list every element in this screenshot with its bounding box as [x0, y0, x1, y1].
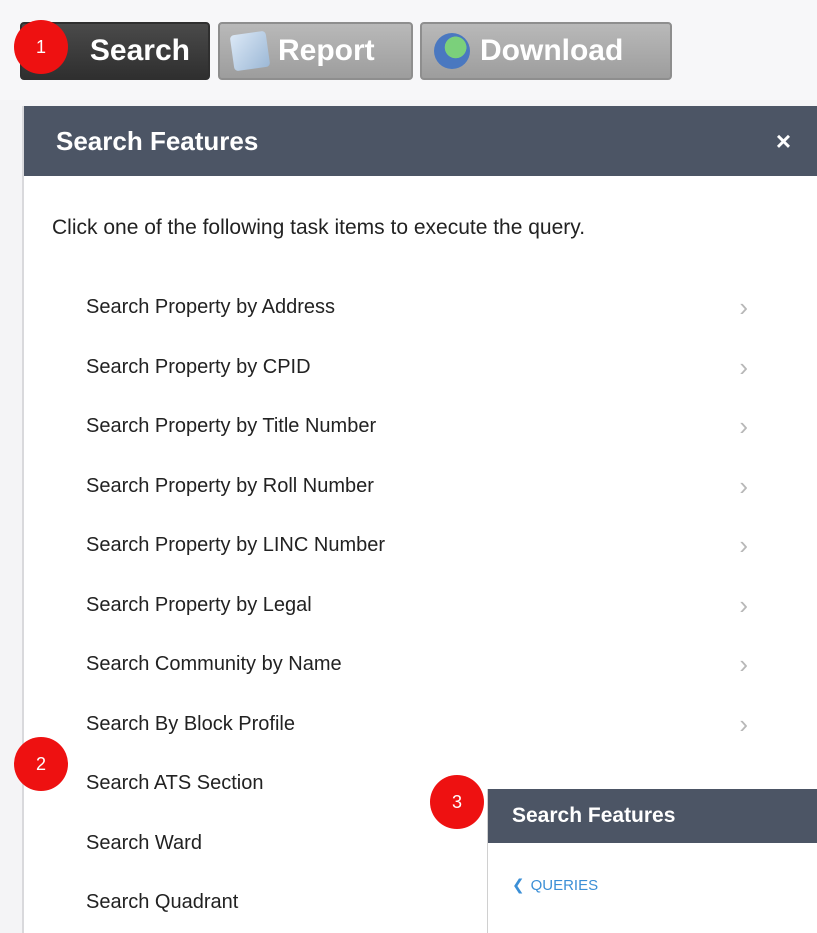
task-item-roll-number[interactable]: Search Property by Roll Number › [24, 457, 784, 517]
chevron-right-icon: › [739, 470, 748, 501]
queries-label: QUERIES [530, 876, 599, 894]
report-button-label: Report [278, 34, 375, 67]
task-item-title-number[interactable]: Search Property by Title Number › [24, 397, 784, 457]
chevron-right-icon: › [739, 589, 748, 620]
task-item-block-profile[interactable]: Search By Block Profile › [24, 695, 784, 755]
chevron-right-icon: › [739, 530, 748, 561]
task-item-legal[interactable]: Search Property by Legal › [24, 576, 784, 636]
chevron-right-icon: › [739, 292, 748, 323]
panel-title: Search Features [56, 125, 259, 156]
report-icon [229, 30, 271, 72]
task-item-label: Search Community by Name [86, 653, 342, 676]
chevron-right-icon: › [739, 351, 748, 382]
toolbar: Search Report Download [0, 0, 817, 100]
close-icon[interactable]: × [776, 126, 791, 157]
download-button-label: Download [480, 34, 624, 67]
download-icon [434, 33, 470, 69]
task-item-community[interactable]: Search Community by Name › [24, 635, 784, 695]
task-item-address[interactable]: Search Property by Address › [24, 278, 784, 338]
download-button[interactable]: Download [420, 22, 672, 80]
task-item-label: Search Property by LINC Number [86, 534, 386, 557]
subpanel-title: Search Features [488, 789, 817, 843]
annotation-marker-3: 3 [430, 775, 484, 829]
task-item-cpid[interactable]: Search Property by CPID › [24, 338, 784, 398]
task-item-label: Search Property by CPID [86, 355, 311, 378]
queries-back-link[interactable]: ❮ QUERIES [512, 876, 599, 895]
annotation-marker-1: 1 [14, 20, 68, 74]
annotation-marker-2: 2 [14, 737, 68, 791]
search-button-label: Search [89, 34, 190, 67]
panel-header: Search Features × [24, 106, 817, 176]
chevron-right-icon: › [739, 411, 748, 442]
chevron-left-icon: ❮ [512, 877, 525, 894]
search-features-subpanel: Search Features ❮ QUERIES [487, 789, 817, 933]
task-item-linc-number[interactable]: Search Property by LINC Number › [24, 516, 784, 576]
chevron-right-icon: › [739, 649, 748, 680]
app-canvas: Search Report Download 1 Search Features… [0, 0, 817, 933]
task-item-label: Search By Block Profile [86, 712, 295, 735]
report-button[interactable]: Report [218, 22, 413, 80]
instructions-text: Click one of the following task items to… [52, 216, 586, 239]
task-item-label: Search Property by Roll Number [86, 474, 374, 497]
chevron-right-icon: › [739, 708, 748, 739]
task-item-label: Search Property by Legal [86, 593, 312, 616]
task-item-label: Search Property by Title Number [86, 415, 377, 438]
task-item-label: Search Property by Address [86, 296, 336, 319]
